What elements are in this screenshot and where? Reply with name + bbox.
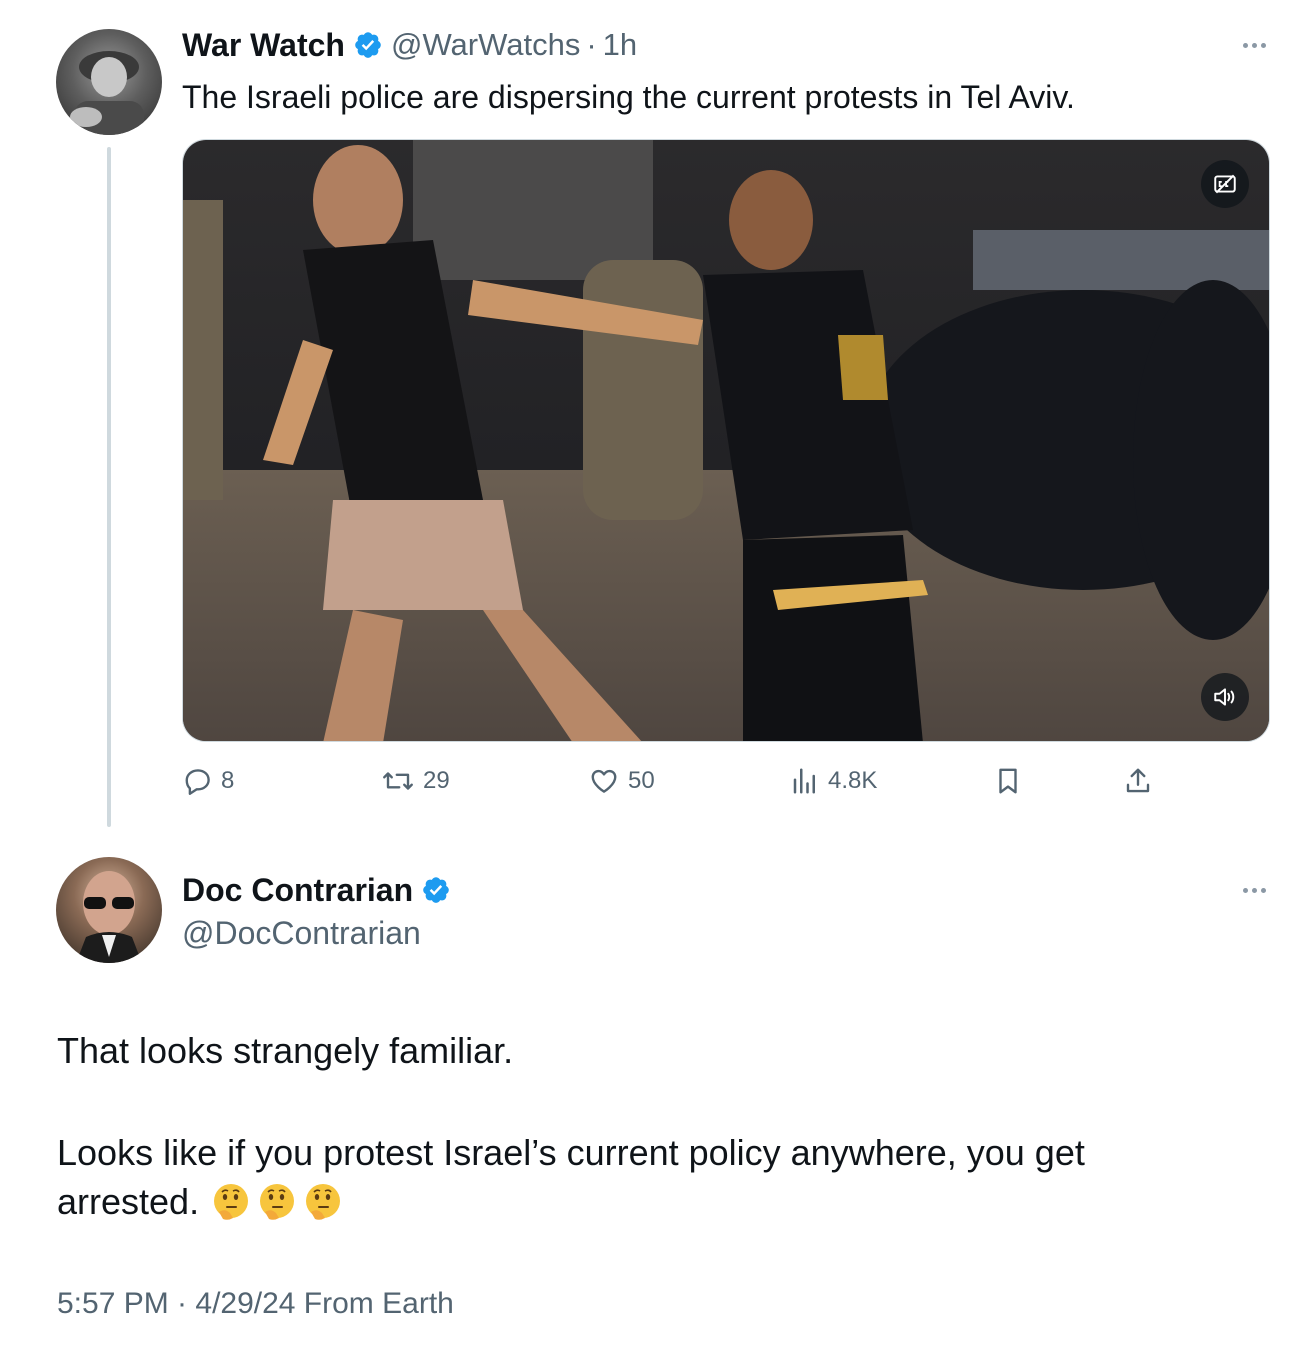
tweet1-text: The Israeli police are dispersing the cu…: [182, 79, 1075, 115]
repost-count: 29: [423, 767, 450, 794]
tweet1-action-bar: 8 29 50 4.8K: [0, 758, 1313, 804]
reply-button[interactable]: 8: [183, 758, 234, 804]
tweet-timestamp-footer[interactable]: 5:57 PM · 4/29/24 From Earth: [57, 1284, 454, 1324]
tweet2-text-last: arrested.: [57, 1181, 200, 1222]
tweet1-header: War Watch @WarWatchs · 1h: [182, 26, 637, 64]
view-count: 4.8K: [828, 767, 878, 794]
like-count: 50: [628, 767, 655, 794]
verified-badge-icon: [355, 32, 381, 58]
separator-dot: ·: [586, 27, 597, 62]
tweet-time[interactable]: 1h: [603, 26, 637, 64]
share-icon: [1126, 768, 1150, 793]
speaker-icon: [1214, 688, 1235, 706]
avatar-doc-contrarian[interactable]: [56, 857, 162, 963]
like-button[interactable]: 50: [588, 758, 655, 804]
thinking-face-emoji-icon: [214, 1183, 249, 1220]
repost-button[interactable]: 29: [381, 758, 450, 804]
video-frame: [183, 140, 1269, 741]
author-handle[interactable]: @DocContrarian: [182, 913, 421, 953]
analytics-icon: [793, 768, 815, 794]
tweet2-text-line: Looks like if you protest Israel’s curre…: [57, 1132, 1085, 1173]
repost-icon: [383, 772, 413, 790]
views-button[interactable]: 4.8K: [790, 758, 877, 804]
thinking-face-emoji-icon: [260, 1183, 295, 1220]
reply-icon: [185, 769, 210, 795]
author-handle[interactable]: @WarWatchs: [391, 26, 580, 64]
bookmark-icon: [999, 768, 1017, 794]
thread-connector-line: [107, 147, 111, 827]
heart-icon: [591, 769, 617, 793]
video-player[interactable]: [182, 139, 1270, 742]
share-button[interactable]: [1123, 758, 1153, 804]
verified-badge-icon: [423, 877, 449, 903]
tweet2-text-line: That looks strangely familiar.: [57, 1030, 514, 1071]
bookmark-button[interactable]: [993, 758, 1023, 804]
reply-count: 8: [221, 767, 235, 794]
mute-button[interactable]: [1201, 673, 1249, 721]
captions-off-icon: [1214, 174, 1236, 194]
avatar-war-watch[interactable]: [56, 29, 162, 135]
more-options-icon[interactable]: [1243, 43, 1266, 48]
author-name[interactable]: Doc Contrarian: [182, 871, 413, 909]
captions-button[interactable]: [1201, 160, 1249, 208]
more-options-icon[interactable]: [1243, 888, 1266, 893]
tweet-thread: War Watch @WarWatchs · 1h The Israeli po…: [0, 0, 1313, 1350]
tweet2-header: Doc Contrarian: [182, 871, 459, 909]
thinking-face-emoji-icon: [306, 1183, 341, 1220]
tweet2-text-line: arrested.: [57, 1177, 1257, 1226]
author-name[interactable]: War Watch: [182, 26, 345, 64]
